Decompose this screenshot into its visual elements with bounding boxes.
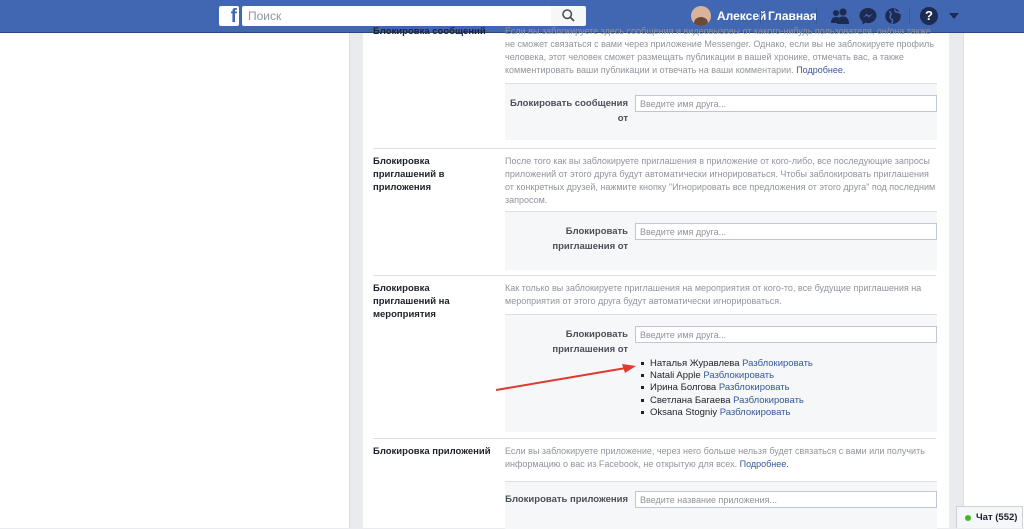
search-icon: [562, 9, 575, 22]
facebook-logo-icon[interactable]: f: [219, 6, 239, 27]
block-event-invites-input[interactable]: [635, 326, 937, 343]
learn-more-link[interactable]: Подробнее.: [740, 459, 789, 469]
blocked-user-item: Oksana Stogniy Разблокировать: [641, 407, 813, 419]
notifications-globe-icon[interactable]: [883, 7, 903, 25]
blocked-user-name: Наталья Журавлева: [650, 358, 740, 369]
divider: [760, 9, 761, 23]
search-input[interactable]: [242, 6, 551, 26]
blocked-user-name: Oksana Stogniy: [650, 406, 718, 418]
learn-more-link[interactable]: Подробнее.: [796, 65, 845, 75]
blocked-user-item: Natali Apple Разблокировать: [641, 370, 813, 382]
divider: [373, 148, 936, 149]
friends-icon[interactable]: [830, 7, 850, 25]
unblock-link[interactable]: Разблокировать: [742, 358, 813, 369]
left-column: [0, 33, 350, 528]
section-description: Как только вы заблокируете приглашения н…: [505, 283, 922, 306]
unblock-link[interactable]: Разблокировать: [720, 407, 791, 418]
section-block-apps: Блокировка приложений Если вы заблокируе…: [363, 438, 949, 529]
blocked-user-item: Наталья Журавлева Разблокировать: [641, 358, 813, 370]
section-description: После того как вы заблокируете приглашен…: [505, 156, 936, 205]
section-block-app-invites: Блокировка приглашений в приложения Посл…: [363, 148, 949, 278]
block-app-invites-input[interactable]: [635, 223, 937, 240]
section-title: Блокировка приложений: [373, 446, 491, 457]
profile-name: Алексей: [717, 9, 767, 23]
unblock-link[interactable]: Разблокировать: [719, 382, 790, 393]
section-description: Если вы заблокируете приложение, через н…: [505, 446, 925, 469]
blocked-user-item: Светлана Багаева Разблокировать: [641, 395, 813, 407]
right-column: [963, 33, 1024, 528]
messenger-icon[interactable]: [858, 7, 878, 25]
section-block-messages: Блокировка сообщений Если вы заблокирует…: [363, 26, 949, 140]
block-apps-input[interactable]: [635, 491, 937, 508]
blocked-user-name: Ирина Болгова: [650, 382, 717, 394]
unblock-link[interactable]: Разблокировать: [703, 370, 774, 381]
annotation-arrow-icon: [495, 364, 636, 391]
home-link[interactable]: Главная: [768, 9, 817, 23]
online-status-icon: [965, 514, 971, 521]
block-messages-input[interactable]: [635, 95, 937, 112]
section-description: Если вы заблокируете здесь сообщения и в…: [505, 26, 934, 75]
blocked-user-name: Natali Apple: [650, 370, 701, 382]
blocking-settings-panel: Блокировка сообщений Если вы заблокирует…: [363, 26, 949, 529]
blocked-users-list: Наталья Журавлева Разблокировать Natali …: [641, 358, 813, 419]
section-block-event-invites: Блокировка приглашений на мероприятия Ка…: [363, 275, 949, 435]
section-title: Блокировка приглашений на мероприятия: [373, 283, 450, 320]
profile-link[interactable]: Алексей: [691, 6, 766, 26]
search-button[interactable]: [551, 6, 586, 26]
blocked-user-item: Ирина Болгова Разблокировать: [641, 382, 813, 394]
account-menu-caret-icon[interactable]: [949, 13, 959, 19]
unblock-link[interactable]: Разблокировать: [733, 395, 804, 406]
block-form: Блокировать приложения: [505, 481, 937, 529]
avatar: [691, 6, 711, 26]
field-label: Блокировать сообщения от: [509, 98, 628, 124]
divider: [373, 438, 936, 439]
chat-sidebar-tab[interactable]: Чат (552): [956, 506, 1023, 528]
chat-label: Чат (552): [976, 512, 1018, 523]
field-label: Блокировать приложения: [505, 494, 628, 505]
divider: [909, 9, 910, 23]
help-icon[interactable]: ?: [920, 7, 938, 25]
block-form: Блокировать приглашения от: [505, 211, 937, 270]
field-label: Блокировать приглашения от: [552, 226, 628, 252]
blocked-user-name: Светлана Багаева: [650, 394, 731, 406]
divider: [373, 275, 936, 276]
field-label: Блокировать приглашения от: [552, 329, 628, 355]
divider: [816, 9, 817, 23]
section-title: Блокировка сообщений: [373, 26, 486, 37]
block-form: Блокировать сообщения от: [505, 83, 937, 140]
section-title: Блокировка приглашений в приложения: [373, 156, 445, 193]
